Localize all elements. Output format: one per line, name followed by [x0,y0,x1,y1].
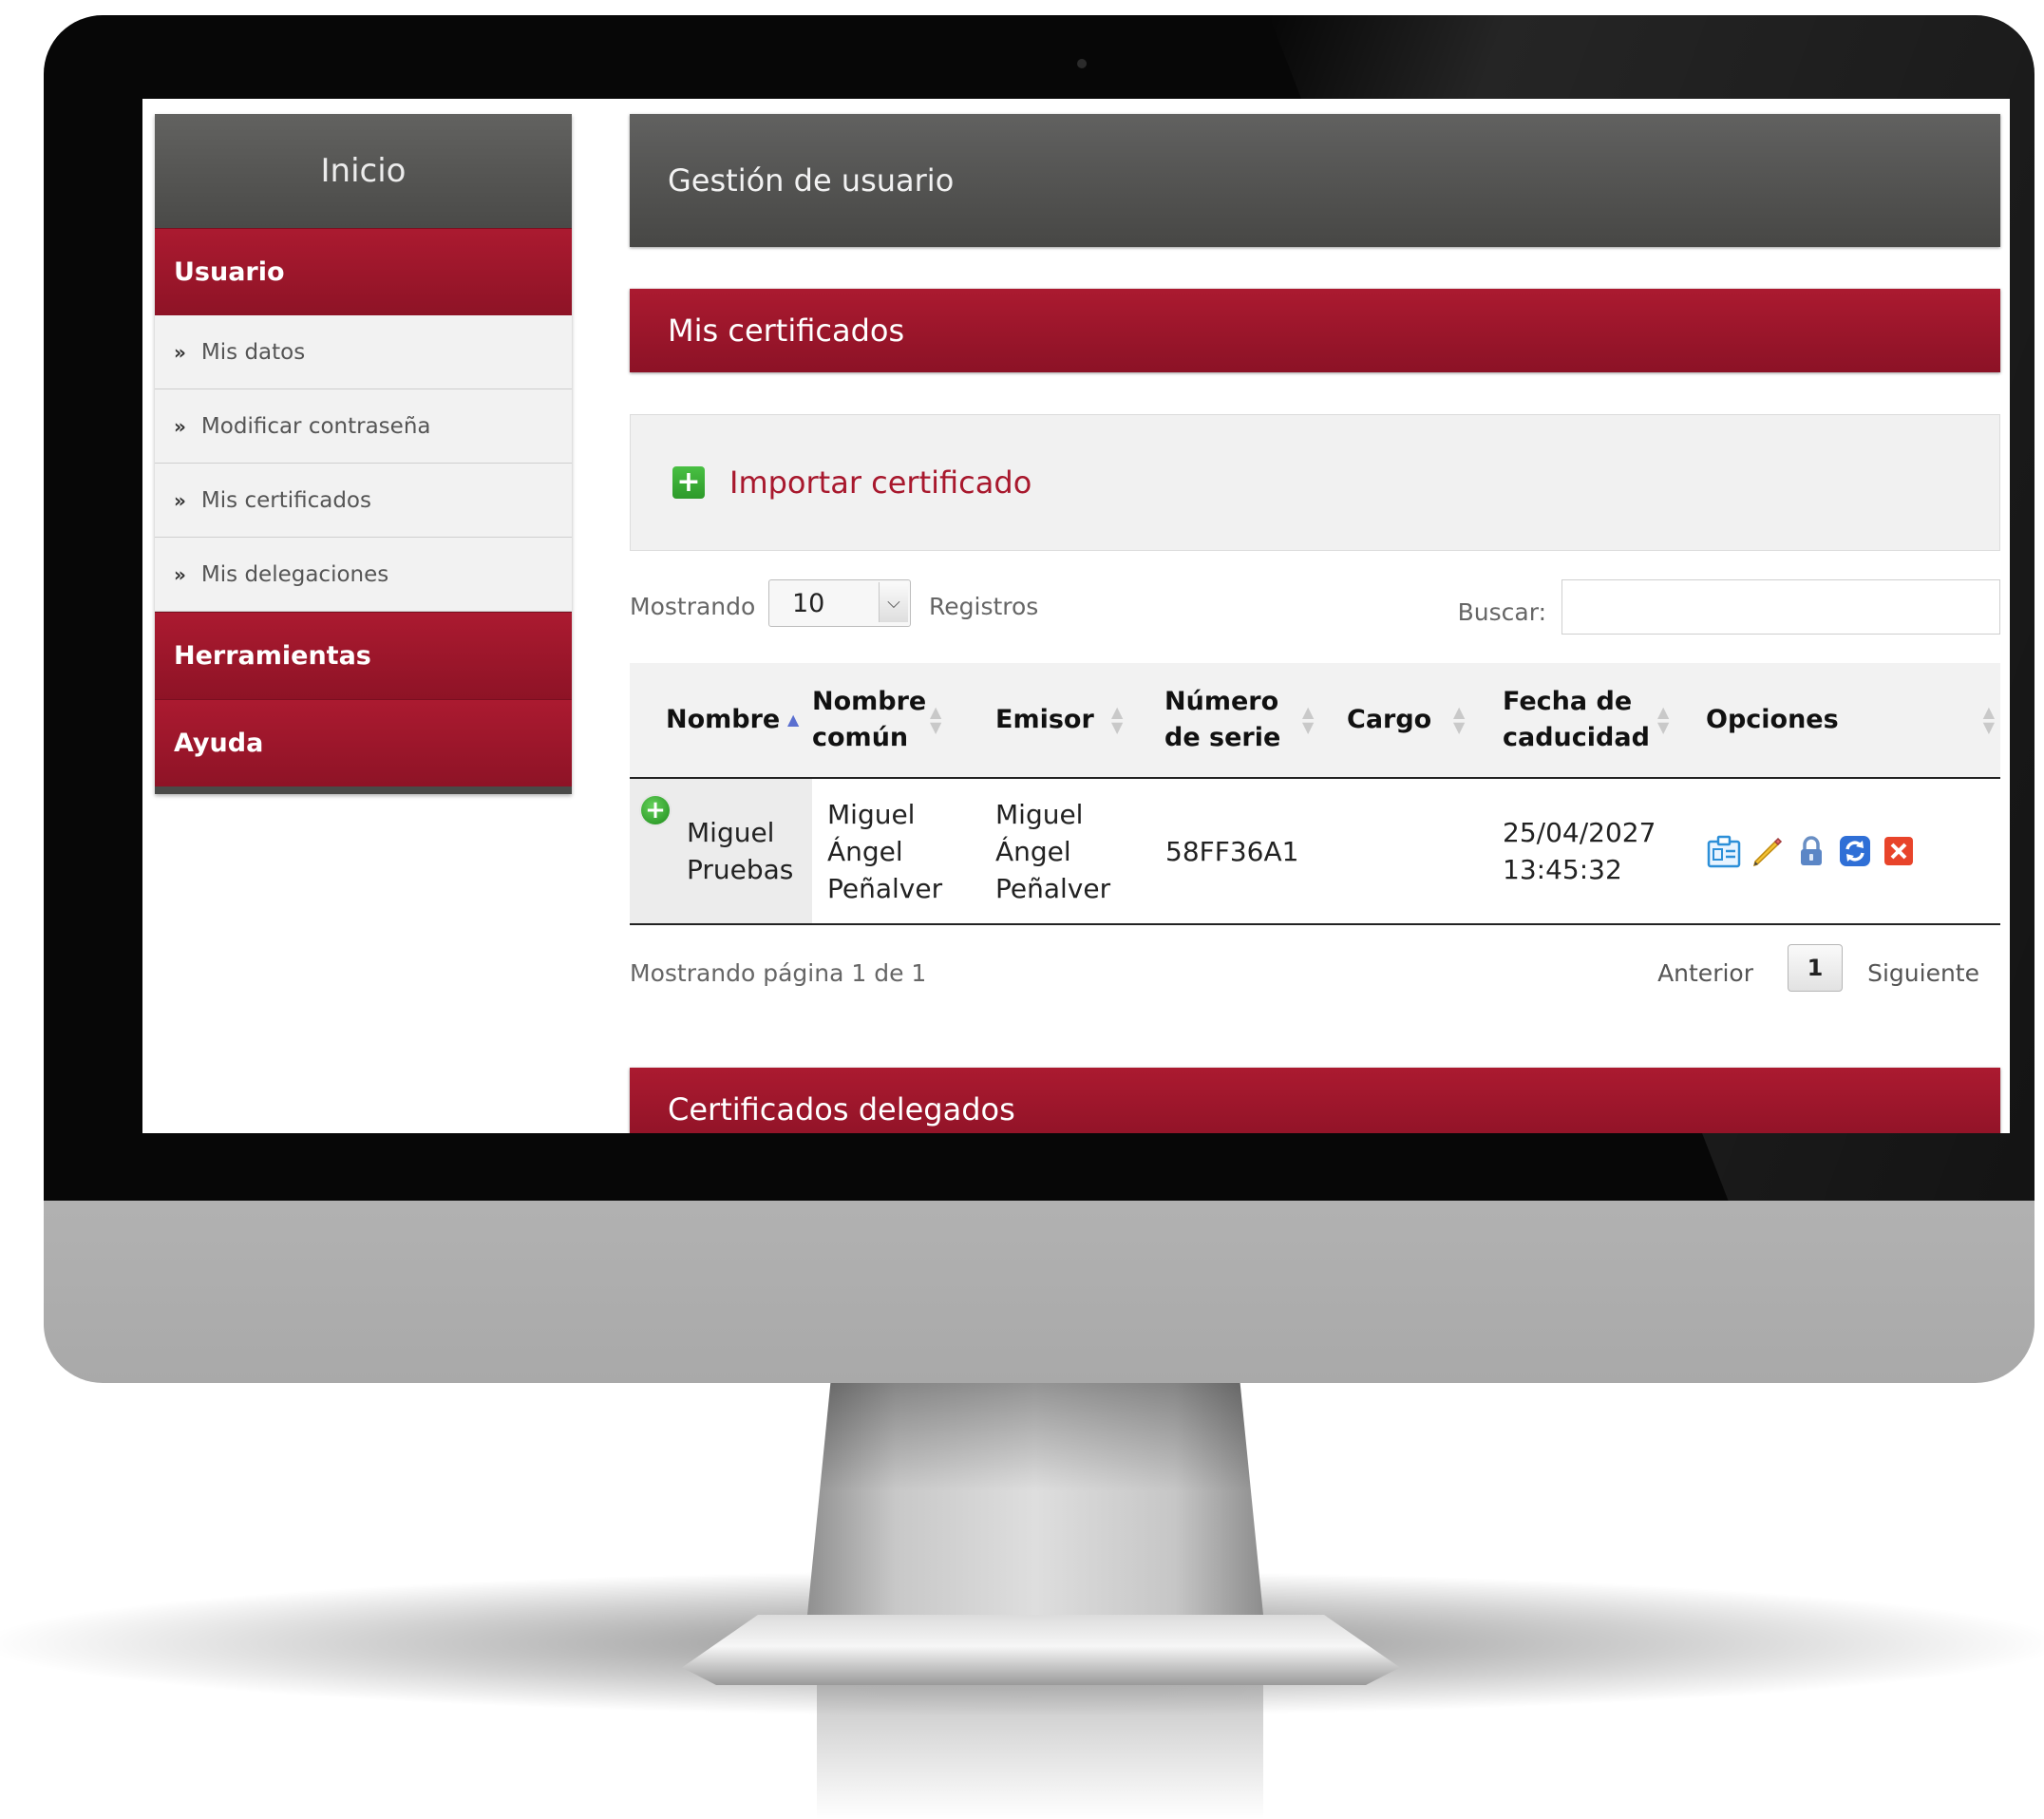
sort-asc-icon: ▲ [787,711,800,729]
chevron-icon: » [174,414,186,438]
col-cargo[interactable]: Cargo ▲ ▼ [1347,663,1503,779]
cell-fecha-line1: 25/04/2027 [1503,817,1656,848]
plus-square-icon[interactable]: + [672,466,705,499]
page-title: Gestión de usuario [630,114,2000,247]
col-opciones[interactable]: Opciones ▲ ▼ [1706,663,2000,779]
sidebar-section-herramientas[interactable]: Herramientas [155,612,572,699]
pagination-info: Mostrando página 1 de 1 [630,959,927,987]
length-prefix: Mostrando [630,593,756,620]
cell-fecha-caducidad: 25/04/2027 13:45:32 [1503,778,1706,925]
col-cargo-label: Cargo [1347,705,1432,734]
table-controls: Mostrando 10 ⌵ Registros Buscar: [630,579,2000,663]
sidebar-item-mis-datos[interactable]: » Mis datos [155,315,572,389]
previous-button[interactable]: Anterior [1657,959,1753,987]
col-fecha-label: Fecha de caducidad [1503,684,1650,756]
sidebar-section-ayuda[interactable]: Ayuda [155,699,572,786]
sidebar: Inicio Usuario » Mis datos » Modificar c… [155,114,572,794]
sidebar-item-mis-delegaciones[interactable]: » Mis delegaciones [155,538,572,612]
sidebar-item-label: Modificar contraseña [200,413,431,439]
col-nombre-comun-line2: común [812,723,909,752]
search-label: Buscar: [1457,598,1546,626]
cell-nombre-comun: Miguel Ángel Peñalver [812,778,995,925]
sidebar-footer [155,786,572,794]
monitor-base [682,1615,1400,1685]
page-length-value: 10 [792,589,825,618]
main-content: Gestión de usuario Mis certificados + Im… [630,114,2000,1133]
cell-emisor-line1: Miguel [995,798,1084,830]
id-card-icon[interactable] [1706,833,1742,869]
sidebar-item-modificar-contrasena[interactable]: » Modificar contraseña [155,389,572,464]
page-length-select[interactable]: 10 ⌵ [768,579,911,627]
next-button[interactable]: Siguiente [1867,959,1979,987]
sidebar-home[interactable]: Inicio [155,114,572,228]
col-nombre-comun-label: Nombre común [812,684,926,756]
col-serie-line1: Número [1164,687,1279,716]
cell-emisor: Miguel Ángel Peñalver [995,778,1164,925]
col-nombre[interactable]: Nombre ▲ [630,663,812,779]
search-input[interactable] [1561,579,2000,635]
cell-cargo [1347,778,1503,925]
col-emisor-label: Emisor [995,705,1094,734]
col-numero-serie-label: Número de serie [1164,684,1280,756]
sort-both-icon: ▲ ▼ [930,703,942,736]
cell-comun-line1: Miguel [827,798,916,830]
col-fecha-caducidad[interactable]: Fecha de caducidad ▲ ▼ [1503,663,1706,779]
sort-both-icon: ▲ ▼ [1111,703,1124,736]
cell-emisor-line3: Peñalver [995,872,1111,904]
col-numero-serie[interactable]: Número de serie ▲ ▼ [1164,663,1347,779]
cell-fecha-line2: 13:45:32 [1503,854,1622,885]
pencil-edit-icon[interactable] [1750,833,1786,869]
import-panel: + Importar certificado [630,414,2000,551]
sidebar-item-label: Mis datos [200,339,306,365]
col-nombre-comun-line1: Nombre [812,687,927,716]
sidebar-item-label: Mis delegaciones [200,561,389,587]
cell-nombre: + Miguel Pruebas [630,778,812,925]
camera-dot [1077,59,1087,68]
sort-both-icon: ▲ ▼ [1453,703,1466,736]
screen: Inicio Usuario » Mis datos » Modificar c… [142,99,2010,1133]
page-1-button[interactable]: 1 [1788,944,1843,992]
pagination: Mostrando página 1 de 1 Anterior 1 Sigui… [630,944,2000,1020]
table-header-row: Nombre ▲ Nombre común ▲ ▼ Emisor ▲ ▼ Núme [630,663,2000,779]
chevron-down-icon[interactable]: ⌵ [879,582,908,622]
col-fecha-line1: Fecha de [1503,687,1633,716]
col-serie-line2: de serie [1164,723,1281,752]
cell-nombre-line2: Pruebas [687,854,794,885]
lock-icon[interactable] [1793,833,1829,869]
import-certificate-link[interactable]: Importar certificado [729,464,1031,501]
plus-circle-icon[interactable]: + [641,796,670,824]
sidebar-item-mis-certificados[interactable]: » Mis certificados [155,464,572,538]
cell-comun-line2: Ángel [827,835,903,867]
cell-nombre-line1: Miguel [687,817,775,848]
cell-emisor-line2: Ángel [995,835,1071,867]
cell-comun-line3: Peñalver [827,872,943,904]
certificates-table: Nombre ▲ Nombre común ▲ ▼ Emisor ▲ ▼ Núme [630,663,2000,925]
cell-numero-serie: 58FF36A1 [1164,778,1347,925]
sort-both-icon: ▲ ▼ [1982,703,1995,736]
delete-x-icon[interactable] [1881,833,1917,869]
monitor-frame: Inicio Usuario » Mis datos » Modificar c… [44,15,2035,1383]
chevron-icon: » [174,340,186,364]
sort-both-icon: ▲ ▼ [1302,703,1315,736]
col-nombre-label: Nombre [666,705,781,734]
sort-both-icon: ▲ ▼ [1657,703,1670,736]
section-title-mis-certificados: Mis certificados [630,289,2000,372]
col-nombre-comun[interactable]: Nombre común ▲ ▼ [812,663,995,779]
length-suffix: Registros [929,593,1039,620]
refresh-icon[interactable] [1837,833,1873,869]
stand-reflection [817,1685,1263,1819]
col-fecha-line2: caducidad [1503,723,1650,752]
sidebar-item-label: Mis certificados [200,487,371,513]
row-options [1706,833,1999,869]
col-opciones-label: Opciones [1706,705,1839,734]
chevron-icon: » [174,488,186,512]
cell-opciones [1706,778,2000,925]
table-row[interactable]: + Miguel Pruebas Miguel Ángel Peñalver M… [630,778,2000,925]
section-title-certificados-delegados: Certificados delegados [630,1068,2000,1133]
sidebar-section-usuario[interactable]: Usuario [155,228,572,315]
chevron-icon: » [174,562,186,586]
col-emisor[interactable]: Emisor ▲ ▼ [995,663,1164,779]
